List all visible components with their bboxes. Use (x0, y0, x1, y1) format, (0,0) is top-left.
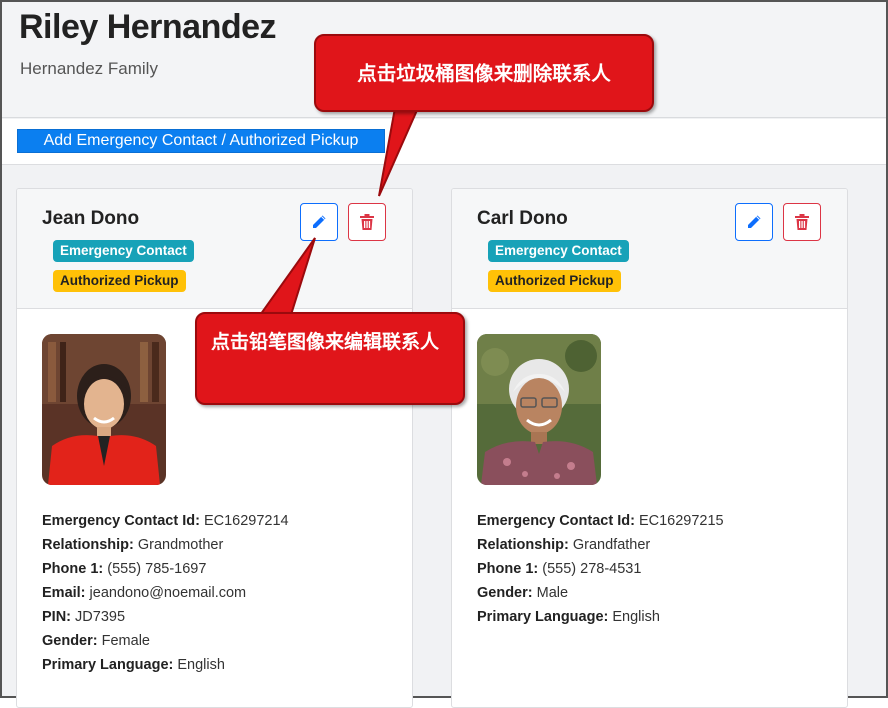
edit-callout-pointer (256, 237, 316, 319)
edit-instruction-callout: 点击铅笔图像来编辑联系人 (195, 312, 465, 405)
delete-instruction-callout: 点击垃圾桶图像来删除联系人 (314, 34, 654, 112)
delete-callout-pointer (378, 107, 420, 197)
